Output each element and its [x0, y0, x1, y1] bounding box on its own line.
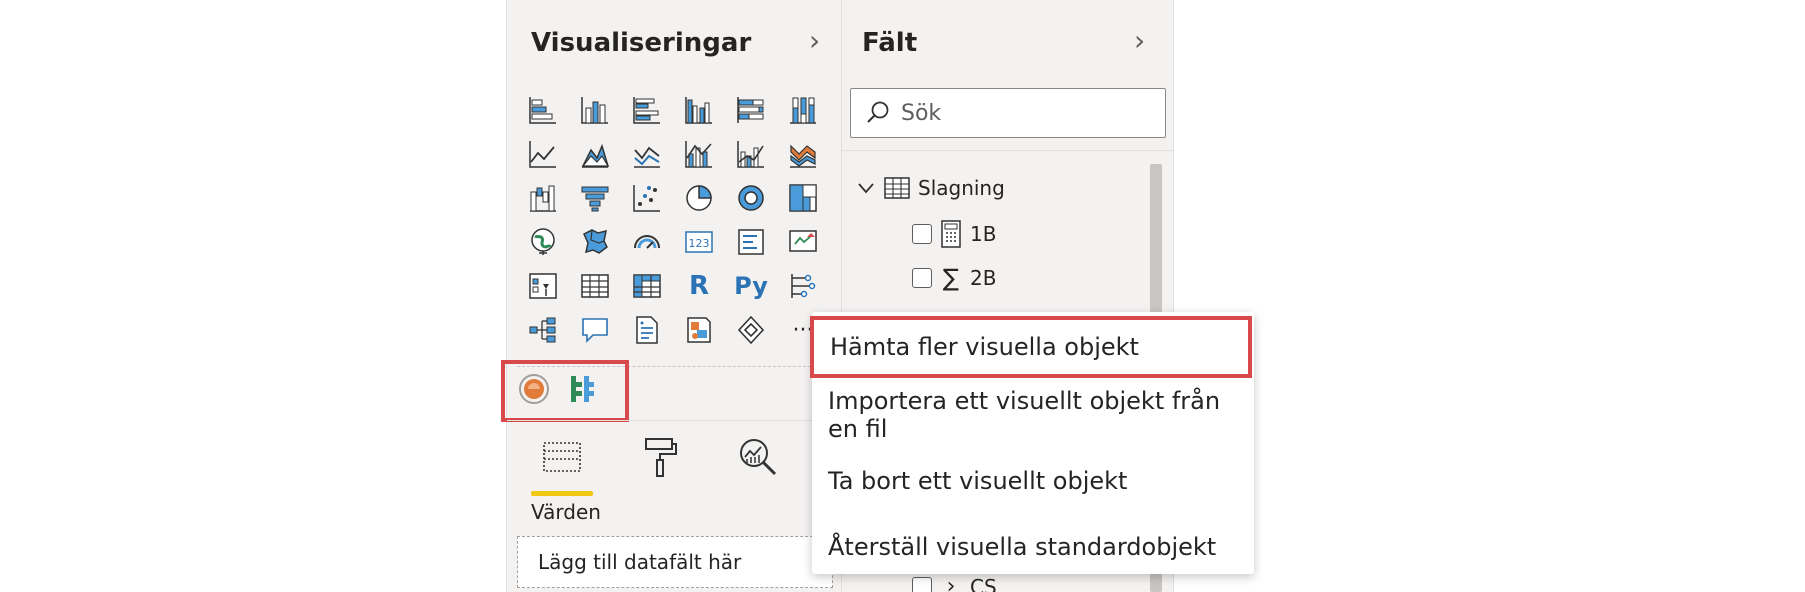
funnel-chart-icon[interactable]	[569, 176, 621, 220]
tab-analytics[interactable]	[727, 428, 789, 486]
calculator-icon	[941, 220, 961, 248]
stacked-bar-chart-icon[interactable]	[517, 88, 569, 132]
search-icon	[867, 101, 889, 123]
menu-item-remove-visual[interactable]: Ta bort ett visuellt objekt	[812, 450, 1254, 512]
field-checkbox[interactable]	[912, 576, 932, 592]
table-icon	[884, 177, 910, 199]
field-label: 1B	[970, 222, 997, 246]
smart-narrative-icon[interactable]	[621, 308, 673, 352]
custom-visuals-highlight	[501, 360, 629, 422]
fields-well-icon	[543, 442, 581, 472]
sigma-icon: ∑	[942, 264, 960, 292]
r-script-visual-icon[interactable]: R	[673, 264, 725, 308]
scatter-chart-icon[interactable]	[621, 176, 673, 220]
kpi-icon[interactable]	[777, 220, 829, 264]
stacked-column-chart-icon[interactable]	[569, 88, 621, 132]
clustered-bar-chart-icon[interactable]	[621, 88, 673, 132]
svg-text:123: 123	[689, 237, 710, 250]
table-slagning[interactable]: Slagning	[856, 176, 1005, 200]
visual-tabs	[531, 428, 789, 496]
tab-build-visual[interactable]	[531, 428, 593, 496]
paint-roller-icon	[645, 438, 677, 477]
key-influencers-icon[interactable]	[777, 264, 829, 308]
treemap-icon[interactable]	[777, 176, 829, 220]
visualizations-pane: Visualiseringar › 123 R Py ··· Värden Lä…	[501, 0, 842, 592]
visualizations-title: Visualiseringar	[531, 28, 752, 58]
field-checkbox[interactable]	[912, 224, 932, 244]
field-label: 2B	[970, 266, 997, 290]
search-input[interactable]	[901, 100, 1141, 126]
waterfall-chart-icon[interactable]	[517, 176, 569, 220]
map-icon[interactable]	[517, 220, 569, 264]
field-checkbox[interactable]	[912, 268, 932, 288]
area-chart-icon[interactable]	[569, 132, 621, 176]
ribbon-chart-icon[interactable]	[777, 132, 829, 176]
visual-gallery: 123 R Py ···	[517, 88, 837, 352]
python-visual-icon[interactable]: Py	[725, 264, 777, 308]
fields-title: Fält	[862, 28, 918, 58]
paginated-report-icon[interactable]	[673, 308, 725, 352]
filled-map-icon[interactable]	[569, 220, 621, 264]
multi-row-card-icon[interactable]	[725, 220, 777, 264]
collapse-visualizations-icon[interactable]: ›	[809, 26, 820, 56]
100-percent-column-chart-icon[interactable]	[777, 88, 829, 132]
pie-chart-icon[interactable]	[673, 176, 725, 220]
analytics-magnifier-icon	[740, 439, 777, 476]
pane-separator	[507, 420, 841, 421]
slicer-icon[interactable]	[517, 264, 569, 308]
fields-separator	[842, 150, 1173, 151]
qa-visual-icon[interactable]	[569, 308, 621, 352]
table-name: Slagning	[918, 176, 1005, 200]
100-percent-bar-chart-icon[interactable]	[725, 88, 777, 132]
chevron-down-icon[interactable]	[856, 178, 876, 198]
menu-item-import-visual-from-file[interactable]: Importera ett visuellt objekt från en fi…	[812, 384, 1254, 446]
tab-format-visual[interactable]	[629, 428, 691, 486]
table-icon[interactable]	[569, 264, 621, 308]
field-1b[interactable]: 1B	[912, 220, 996, 248]
matrix-icon[interactable]	[621, 264, 673, 308]
custom-visual-bridge-icon[interactable]	[565, 372, 599, 410]
values-well-label: Värden	[531, 500, 601, 524]
add-data-field-dropzone[interactable]: Lägg till datafält här	[517, 536, 833, 588]
more-options-menu: Hämta fler visuella objekt Importera ett…	[810, 312, 1254, 574]
decomposition-tree-icon[interactable]	[517, 308, 569, 352]
screen: Visualiseringar › 123 R Py ··· Värden Lä…	[0, 0, 1805, 592]
donut-chart-icon[interactable]	[725, 176, 777, 220]
line-chart-icon[interactable]	[517, 132, 569, 176]
stacked-area-chart-icon[interactable]	[621, 132, 673, 176]
menu-item-get-more-visuals[interactable]: Hämta fler visuella objekt	[810, 316, 1252, 378]
fields-search-box[interactable]	[850, 88, 1166, 138]
gauge-icon[interactable]	[621, 220, 673, 264]
field-2b[interactable]: ∑ 2B	[912, 264, 996, 292]
custom-visual-orange-icon[interactable]	[517, 372, 551, 410]
card-icon[interactable]: 123	[673, 220, 725, 264]
clustered-column-chart-icon[interactable]	[673, 88, 725, 132]
line-and-stacked-column-icon[interactable]	[673, 132, 725, 176]
menu-item-restore-default-visuals[interactable]: Återställ visuella standardobjekt	[812, 516, 1254, 578]
power-apps-icon[interactable]	[725, 308, 777, 352]
collapse-fields-icon[interactable]: ›	[1134, 26, 1145, 56]
line-and-clustered-column-icon[interactable]	[725, 132, 777, 176]
